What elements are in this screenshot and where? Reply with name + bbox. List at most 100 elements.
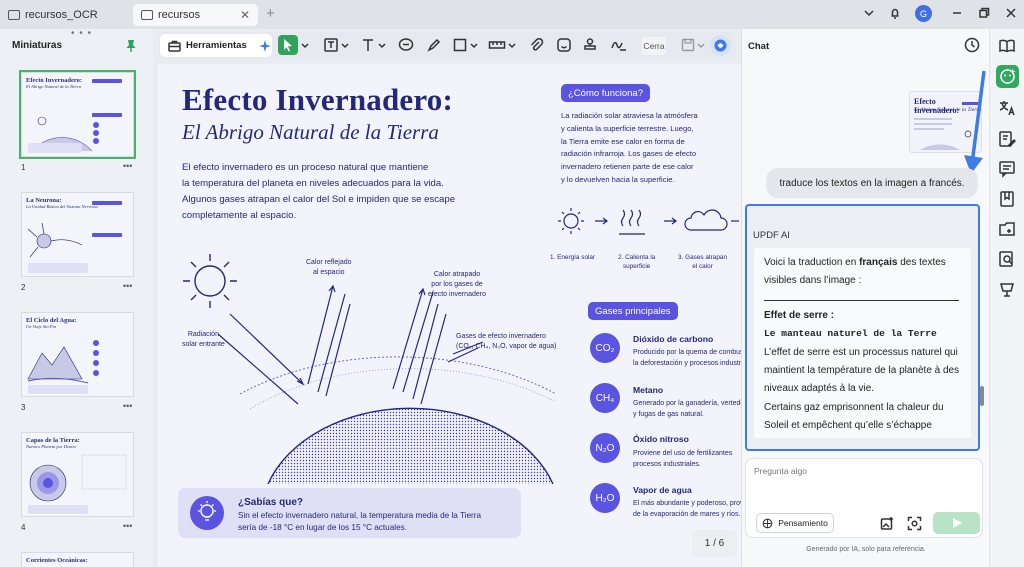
bell-icon[interactable] (888, 6, 902, 20)
sun-icon (558, 208, 584, 234)
label-line: Gases de efecto invernadero (456, 333, 546, 340)
label-line: Calor atrapado (433, 271, 481, 278)
close-window-icon[interactable] (1004, 6, 1018, 20)
chevron-down-icon[interactable] (862, 6, 876, 20)
user-avatar[interactable]: G (915, 5, 932, 22)
restore-icon[interactable] (977, 6, 991, 20)
presentation-icon[interactable] (998, 280, 1016, 298)
toolbox-icon (168, 40, 181, 52)
bookmark-icon[interactable] (998, 190, 1016, 208)
page-thumbnail[interactable]: Capas de la Tierra: Nuestro Planeta por … (21, 432, 134, 517)
page-thumbnail[interactable]: Efecto Invernadero: El Abrigo Natural de… (19, 70, 136, 159)
save-icon[interactable] (680, 37, 696, 53)
ai-chat-rail-button[interactable] (996, 65, 1019, 88)
drag-handle[interactable]: • • • (71, 28, 92, 39)
label-line: solar entrante (182, 341, 225, 348)
tools-menu-button[interactable]: Herramientas (160, 34, 272, 57)
tab-label: recursos_OCR (25, 9, 98, 21)
chevron-down-icon[interactable] (301, 37, 309, 53)
cloud-icon (684, 209, 728, 231)
close-tool-button[interactable]: Cerra (642, 37, 666, 55)
page-options-button[interactable]: ••• (123, 401, 132, 411)
close-tab-icon[interactable]: ✕ (240, 8, 250, 22)
minimize-icon[interactable] (950, 6, 964, 20)
page-subtitle: El Abrigo Natural de la Tierra (182, 120, 439, 144)
page-options-button[interactable]: ••• (123, 161, 132, 171)
step-line: superficie (622, 263, 651, 270)
comment-icon[interactable] (398, 37, 414, 53)
sticker-icon[interactable] (556, 37, 572, 53)
screenshot-icon[interactable] (907, 516, 922, 531)
chevron-down-icon[interactable] (697, 37, 705, 53)
page-options-button[interactable]: ••• (123, 281, 132, 291)
chevron-down-icon[interactable] (470, 37, 478, 53)
chat-input-box[interactable]: Pregunta algo Pensamiento (745, 458, 983, 538)
cursor-icon (284, 39, 292, 52)
search-icon[interactable] (998, 250, 1016, 268)
fact-box: ¿Sabías que? Sin el efecto invernadero n… (178, 488, 521, 538)
ai-assistant-button[interactable] (710, 35, 731, 56)
highlighter-icon[interactable] (426, 37, 442, 53)
heat-waves-icon (619, 209, 645, 235)
text-tool-icon[interactable] (360, 37, 376, 53)
page-number: 3 (21, 403, 26, 412)
page-options-button[interactable]: ••• (123, 521, 132, 531)
document-icon (141, 10, 153, 20)
shape-tool-icon[interactable] (452, 37, 468, 53)
text-line: radiación infrarroja. Los gases de efect… (561, 149, 697, 159)
new-tab-button[interactable]: + (266, 5, 275, 22)
app-window: recursos_OCR recursos ✕ + G • • • Miniat… (0, 0, 1024, 567)
signature-icon[interactable] (610, 37, 628, 53)
chevron-down-icon[interactable] (508, 37, 516, 53)
attachment-icon[interactable] (528, 37, 544, 53)
section-heading: Gases principales (588, 302, 678, 320)
lightbulb-icon (198, 501, 216, 521)
edit-pdf-icon[interactable] (998, 130, 1016, 148)
page-thumbnail[interactable]: La Neurona: La Unidad Básica del Sistema… (21, 192, 134, 277)
text-box-tool-icon[interactable] (323, 37, 339, 53)
step-line: 2. Calienta la (618, 254, 656, 261)
ai-intro-bold: français (859, 257, 898, 268)
process-steps-diagram (558, 208, 739, 235)
comment-list-icon[interactable] (998, 160, 1016, 178)
chat-scrollbar[interactable] (980, 386, 984, 406)
ai-label: UPDF AI (753, 230, 790, 241)
thinking-toggle-button[interactable]: Pensamiento (756, 513, 834, 533)
chevron-down-icon[interactable] (341, 37, 349, 53)
tab-label: recursos (158, 9, 201, 21)
ai-intro-pre: Voici la traduction en (764, 257, 860, 268)
how-it-works-text: La radiación solar atraviesa la atmósfer… (561, 110, 721, 187)
sun-icon (183, 254, 237, 308)
tab-recursos[interactable]: recursos ✕ (133, 4, 258, 26)
desc-line: procesos industriales. (633, 461, 701, 468)
tab-recursos-ocr[interactable]: recursos_OCR (0, 4, 130, 26)
measure-tool-icon[interactable] (488, 37, 506, 53)
page-number: 2 (21, 283, 26, 292)
ai-assistant-icon (714, 39, 727, 52)
step-line: el calor (692, 263, 713, 270)
page-thumbnail[interactable]: Corrientes Oceánicas: (21, 552, 134, 567)
fact-title: ¿Sabías que? (238, 497, 304, 508)
history-icon[interactable] (964, 37, 980, 53)
intro-line: El efecto invernadero es un proceso natu… (182, 162, 429, 173)
stamp-icon[interactable] (582, 37, 598, 53)
text-line: y lo devuelven hacia la superficie. (561, 174, 675, 184)
chevron-down-icon[interactable] (378, 37, 386, 53)
translate-icon[interactable] (998, 99, 1016, 117)
ai-paragraph: Certains gaz emprisonnent la chaleur du … (764, 401, 944, 432)
desc-line: Generado por la ganadería, vertederos (633, 400, 741, 407)
page-indicator[interactable]: 1 / 6 (692, 530, 737, 557)
ai-heading: Effet de serre : (764, 309, 835, 321)
desc-line: y fugas de gas natural. (633, 411, 704, 418)
read-mode-icon[interactable] (998, 37, 1016, 55)
send-button[interactable] (933, 512, 980, 534)
intro-line: Algunos gases atrapan el calor del Sol e… (182, 194, 456, 205)
select-tool-button[interactable] (278, 35, 298, 55)
label-line: por los gases de (431, 281, 483, 288)
pin-icon[interactable] (125, 39, 137, 53)
folder-icon[interactable] (998, 220, 1016, 238)
intro-line: la temperatura del planeta en niveles ad… (182, 178, 444, 189)
label-line: Radiación (187, 331, 219, 338)
page-thumbnail[interactable]: El Ciclo del Agua: Un Viaje Sin Fin (21, 312, 134, 397)
image-upload-icon[interactable] (880, 516, 895, 531)
